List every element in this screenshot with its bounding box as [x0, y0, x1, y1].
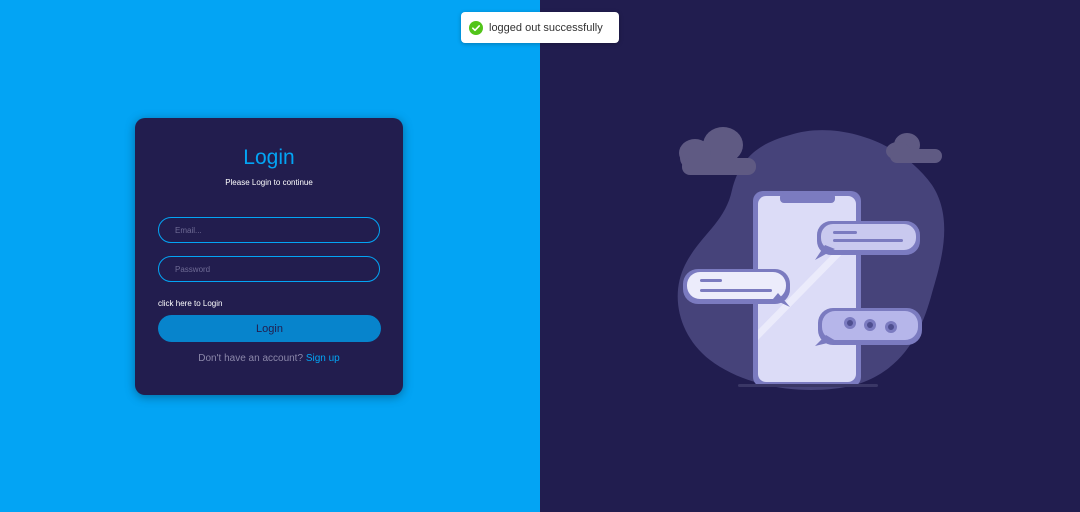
login-title: Login	[243, 146, 295, 169]
chat-bubble-typing-icon	[815, 308, 922, 346]
login-button[interactable]: Login	[158, 315, 381, 342]
login-subtitle: Please Login to continue	[225, 178, 313, 187]
check-circle-icon	[469, 20, 483, 35]
cloud-right-icon	[886, 133, 942, 163]
click-here-to-login-link[interactable]: click here to Login	[158, 299, 222, 308]
login-card: Login Please Login to continue click her…	[135, 118, 403, 395]
phone-chat-illustration	[677, 127, 945, 391]
signup-row: Don't have an account? Sign up	[135, 353, 403, 364]
toast-message: logged out successfully	[489, 21, 603, 34]
signup-prompt: Don't have an account?	[198, 353, 304, 364]
toast-notification: logged out successfully	[461, 12, 619, 43]
chat-bubble-top-icon	[815, 221, 920, 260]
chat-bubble-middle-icon	[683, 269, 790, 307]
email-field[interactable]	[158, 217, 380, 243]
signup-link[interactable]: Sign up	[306, 353, 340, 364]
cloud-left-icon	[679, 127, 756, 175]
password-field[interactable]	[158, 256, 380, 282]
